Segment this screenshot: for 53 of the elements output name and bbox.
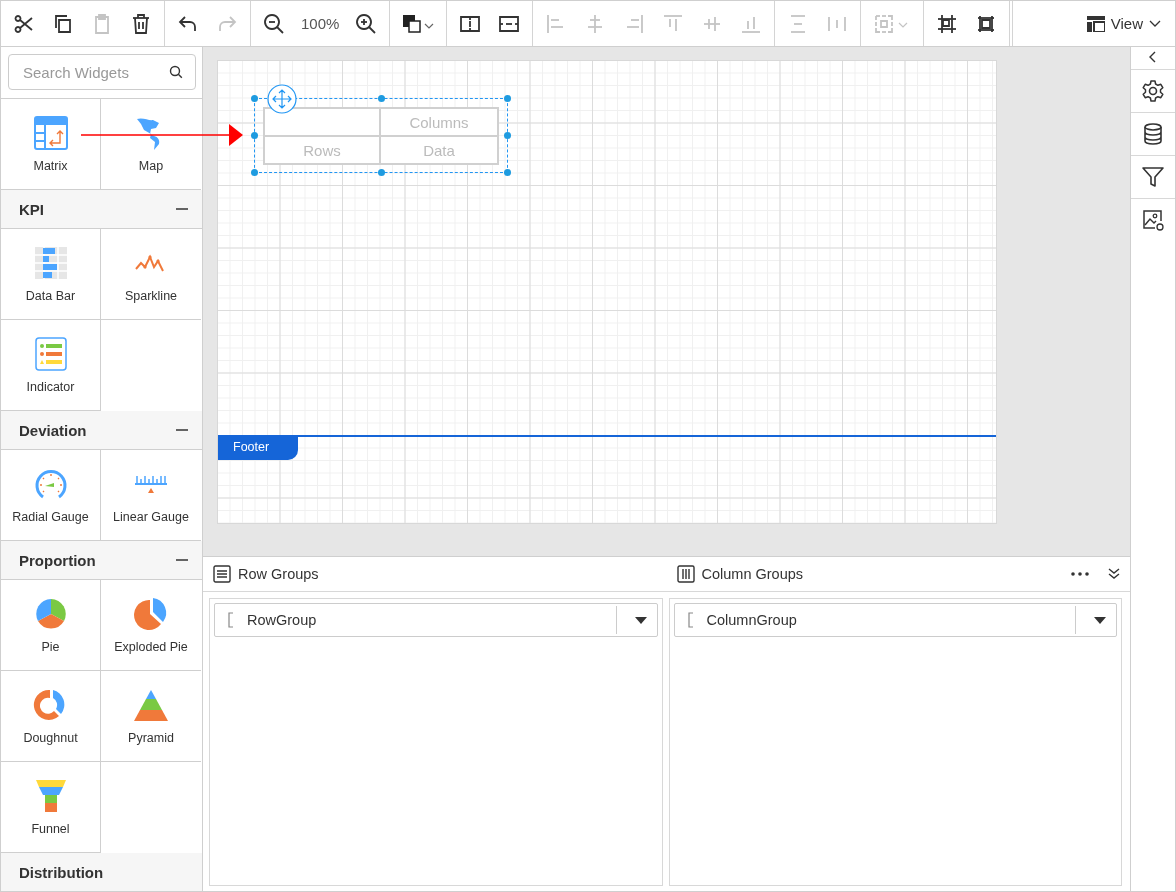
exploded-icon <box>133 596 169 632</box>
dropdown-arrow-icon <box>634 616 647 624</box>
matrix-icon <box>32 115 69 151</box>
column-header-cell: Columns <box>381 109 497 137</box>
section-header[interactable]: Proportion <box>1 541 202 580</box>
widget-item[interactable]: Indicator <box>1 320 101 411</box>
resize-handle[interactable] <box>378 95 385 102</box>
layout-icon <box>1086 15 1105 32</box>
widget-item[interactable]: Exploded Pie <box>101 580 201 671</box>
report-canvas[interactable]: Columns Rows Data Footer <box>217 60 997 524</box>
search-icon <box>169 65 183 79</box>
zoom-out-icon <box>262 11 286 36</box>
panel-title: Row Groups <box>238 566 319 582</box>
search-field[interactable]: Search Widgets <box>8 54 196 90</box>
resize-handle[interactable] <box>504 132 511 139</box>
indicator-icon <box>32 336 69 372</box>
settings-icon[interactable] <box>1141 79 1165 103</box>
group-dropdown[interactable]: ColumnGroup <box>673 603 1117 637</box>
footer-tab[interactable]: Footer <box>218 437 298 460</box>
resize-handle[interactable] <box>251 169 258 176</box>
widget-item[interactable]: Doughnut <box>1 671 101 762</box>
widget-item[interactable]: Matrix <box>1 99 101 190</box>
widget-item[interactable]: Pyramid <box>101 671 201 762</box>
resize-handle[interactable] <box>504 95 511 102</box>
columns-icon <box>676 565 695 583</box>
panel-title: Column Groups <box>701 566 804 582</box>
widget-item[interactable]: Pie <box>1 580 101 671</box>
section-header[interactable]: Deviation <box>1 411 202 450</box>
caret-icon <box>1149 19 1161 28</box>
widget-item[interactable]: Sparkline <box>101 229 201 320</box>
image-settings-icon[interactable] <box>1141 208 1165 232</box>
section-header[interactable]: KPI <box>1 190 202 229</box>
widget-item[interactable]: Data Bar <box>1 229 101 320</box>
resize-handle[interactable] <box>378 169 385 176</box>
move-icon[interactable] <box>267 84 297 114</box>
section-header[interactable]: Distribution <box>1 853 202 891</box>
bracket-icon <box>686 612 695 628</box>
view-button[interactable]: View <box>1011 1 1175 46</box>
more-icon[interactable] <box>1071 572 1089 576</box>
collapse-icon[interactable] <box>1108 568 1120 580</box>
dropdown-arrow-icon <box>1094 616 1106 624</box>
databar-icon <box>32 245 69 281</box>
data-cell-text: Data <box>422 140 456 161</box>
resize-handle[interactable] <box>504 169 511 176</box>
resize-handle[interactable] <box>251 132 258 139</box>
bracket-icon <box>227 612 235 628</box>
database-icon[interactable] <box>1141 122 1165 146</box>
list-icon <box>213 565 231 583</box>
zoom-level: 100% <box>301 15 340 32</box>
group-dropdown[interactable]: RowGroup <box>214 603 658 637</box>
resize-handle[interactable] <box>251 95 258 102</box>
row-header-cell: Rows <box>265 137 381 163</box>
filter-icon[interactable] <box>1141 165 1165 189</box>
